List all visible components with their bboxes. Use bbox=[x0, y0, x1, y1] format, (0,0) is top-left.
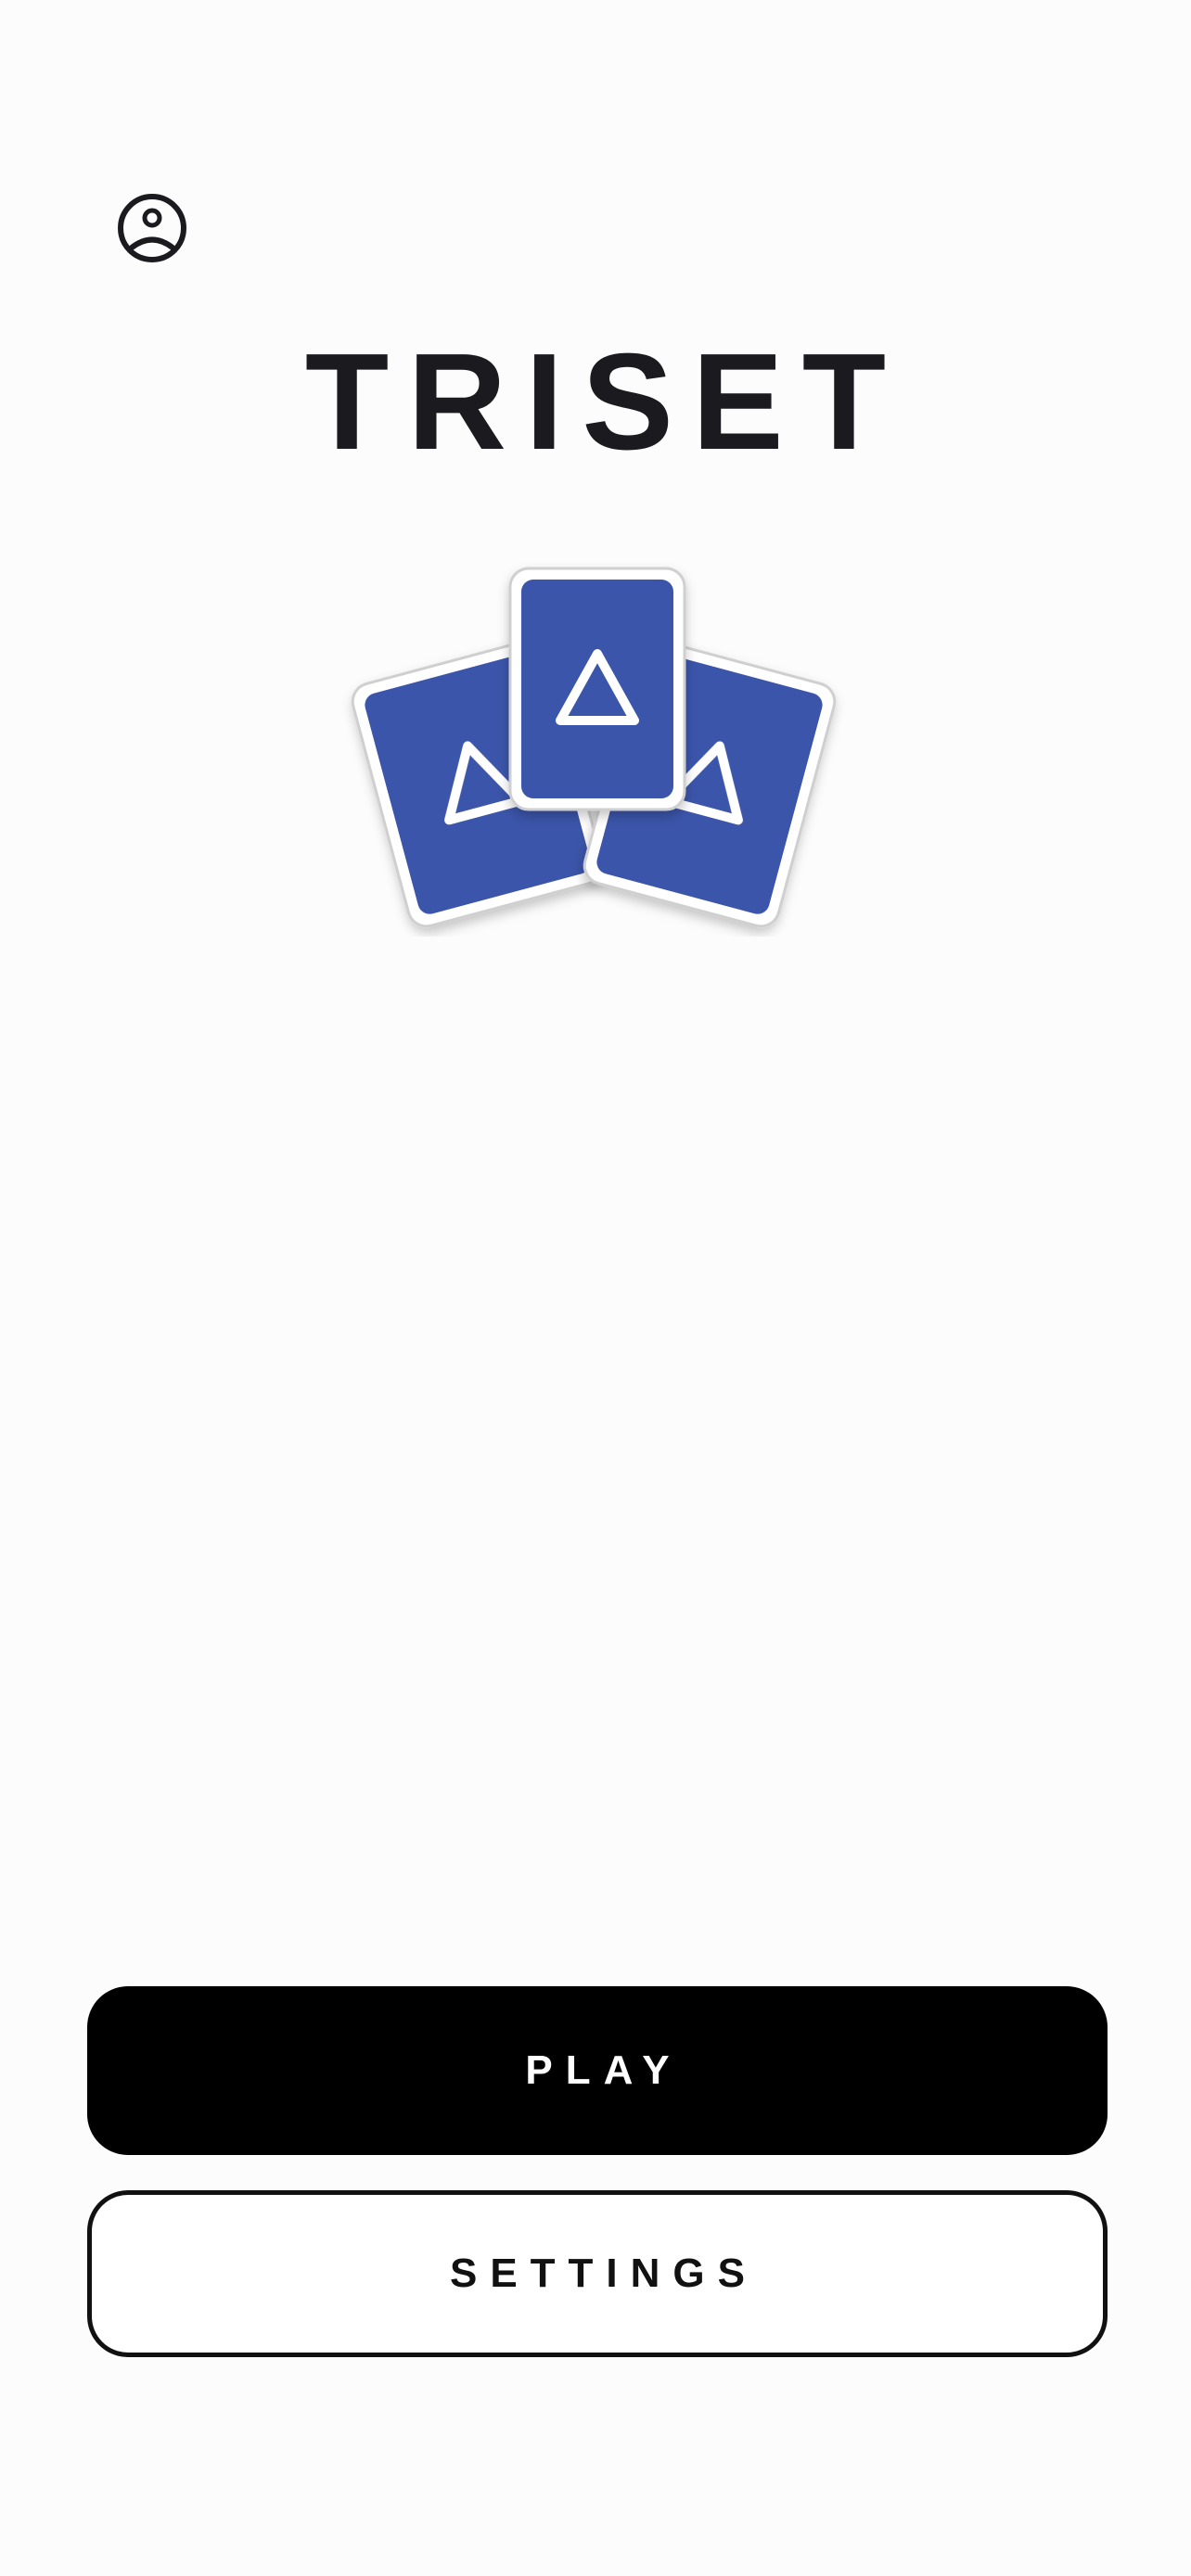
triangle-cards-logo bbox=[334, 547, 853, 937]
app-title: TRISET bbox=[304, 325, 905, 478]
user-circle-icon bbox=[118, 194, 186, 262]
settings-button[interactable]: SETTINGS bbox=[87, 2190, 1108, 2357]
profile-button[interactable] bbox=[113, 189, 191, 267]
play-button[interactable]: PLAY bbox=[87, 1986, 1108, 2155]
